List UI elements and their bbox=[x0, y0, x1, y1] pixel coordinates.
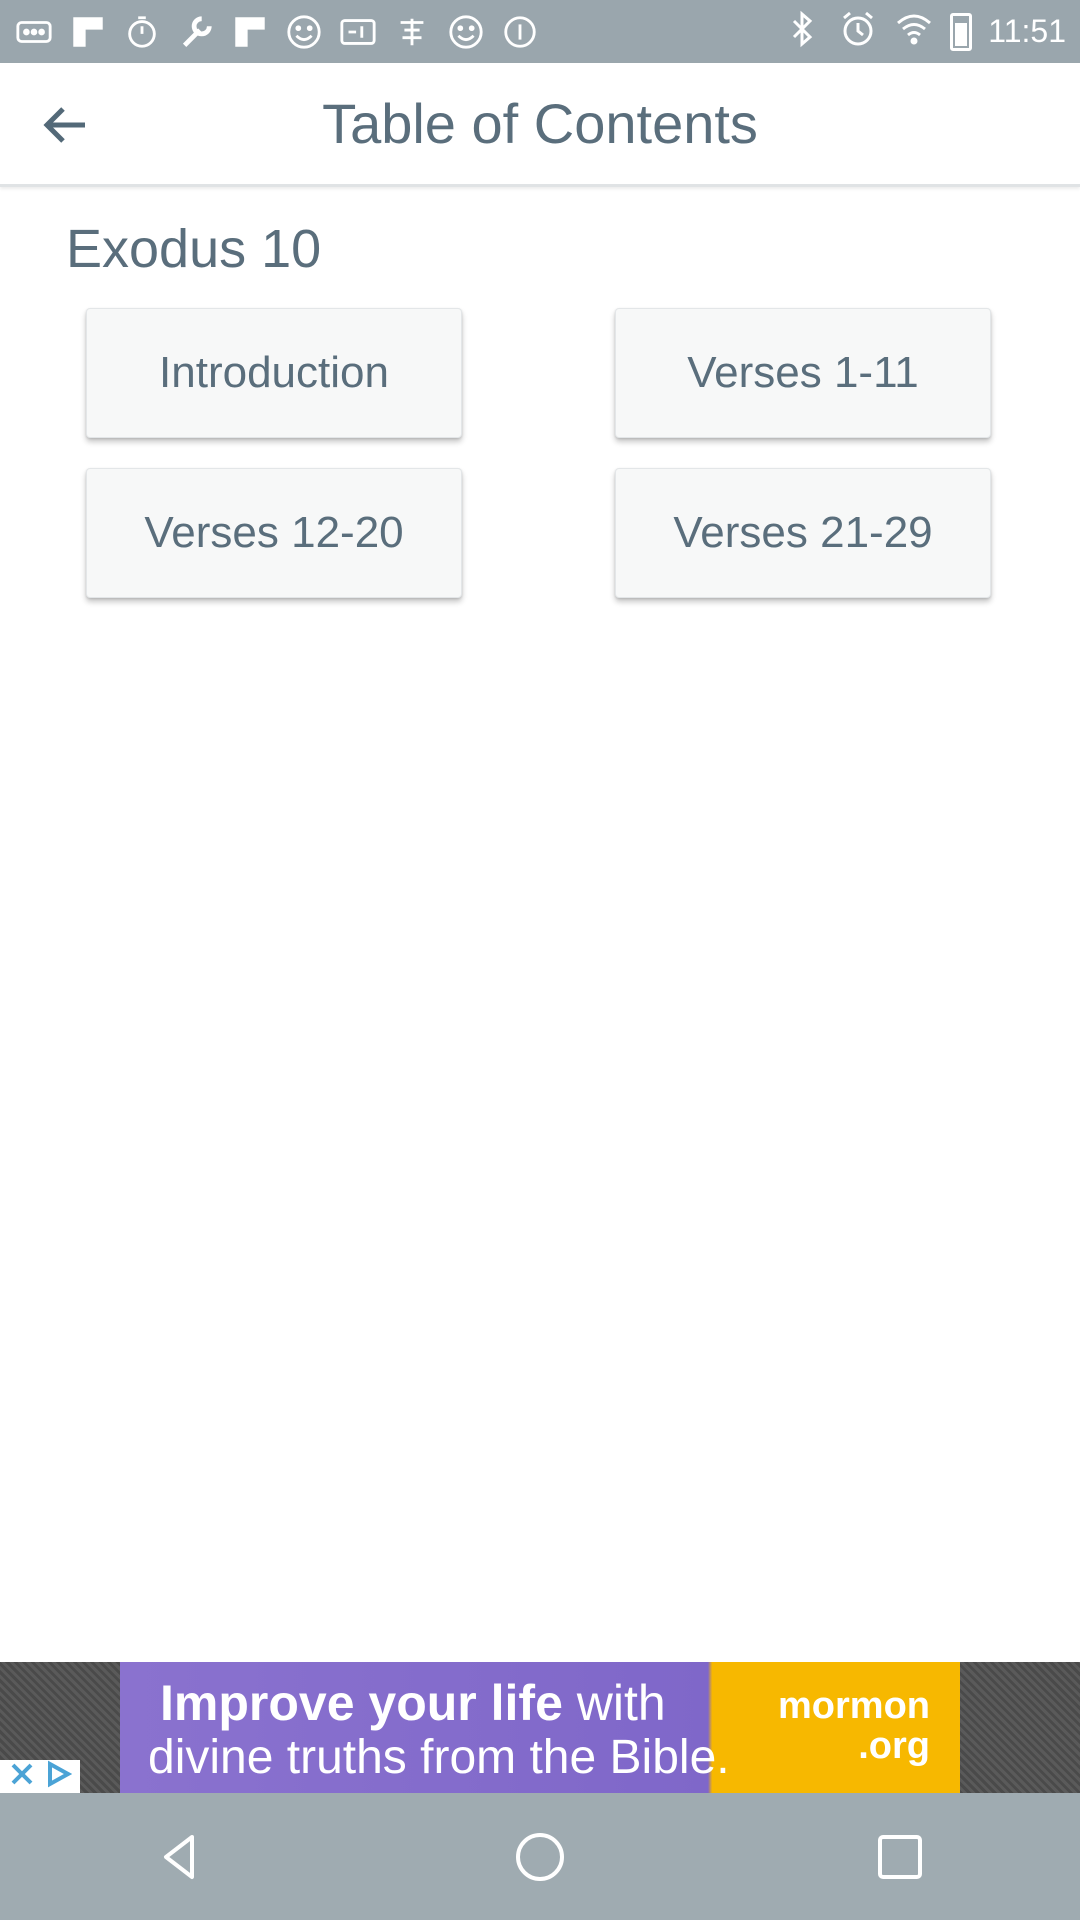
qt-icon bbox=[338, 12, 378, 52]
status-time: 11:51 bbox=[988, 13, 1066, 49]
section-button-verses-12-20[interactable]: Verses 12-20 bbox=[86, 468, 462, 598]
smiley-icon bbox=[284, 12, 324, 52]
section-button-verses-21-29[interactable]: Verses 21-29 bbox=[615, 468, 991, 598]
ad-close-icon[interactable] bbox=[8, 1760, 36, 1793]
ad-headline-rest: with bbox=[562, 1675, 666, 1731]
info-icon bbox=[500, 12, 540, 52]
system-icons: 11:51 bbox=[782, 9, 1066, 54]
ad-brand-domain: .org bbox=[858, 1725, 930, 1767]
ad-headline: Improve your life with bbox=[160, 1674, 666, 1732]
system-nav-bar bbox=[0, 1793, 1080, 1920]
ad-controls bbox=[0, 1760, 80, 1793]
ad-brand: mormon .org bbox=[778, 1686, 930, 1766]
section-button-verses-1-11[interactable]: Verses 1-11 bbox=[615, 308, 991, 438]
ad-brand-name: mormon bbox=[778, 1685, 930, 1727]
bluetooth-icon bbox=[782, 9, 822, 54]
flipboard-icon bbox=[230, 12, 270, 52]
nav-back-button[interactable] bbox=[140, 1817, 220, 1897]
battery-icon bbox=[950, 12, 973, 51]
wrench-icon bbox=[176, 12, 216, 52]
smiley-icon bbox=[446, 12, 486, 52]
flipboard-icon bbox=[68, 12, 108, 52]
page-title: Table of Contents bbox=[322, 92, 758, 155]
home-circle-icon bbox=[516, 1832, 564, 1881]
chinese-app-icon bbox=[392, 12, 432, 52]
section-button-introduction[interactable]: Introduction bbox=[86, 308, 462, 438]
notification-icons bbox=[14, 12, 782, 52]
ad-headline-bold: Improve your life bbox=[160, 1675, 563, 1731]
timer-icon bbox=[122, 12, 162, 52]
wifi-icon bbox=[894, 9, 934, 54]
ad-choices-icon[interactable] bbox=[44, 1760, 73, 1793]
back-triangle-icon bbox=[164, 1834, 194, 1879]
more-icon bbox=[14, 12, 54, 52]
ad-subline: divine truths from the Bible. bbox=[148, 1731, 730, 1784]
ad-banner[interactable]: Improve your life with divine truths fro… bbox=[120, 1662, 960, 1793]
nav-home-button[interactable] bbox=[500, 1817, 580, 1897]
recents-square-icon bbox=[878, 1834, 922, 1879]
alarm-icon bbox=[838, 9, 878, 54]
chapter-title: Exodus 10 bbox=[66, 219, 322, 279]
nav-recents-button[interactable] bbox=[860, 1817, 940, 1897]
status-bar: 11:51 bbox=[0, 0, 1080, 63]
app-bar: Table of Contents bbox=[0, 63, 1080, 187]
